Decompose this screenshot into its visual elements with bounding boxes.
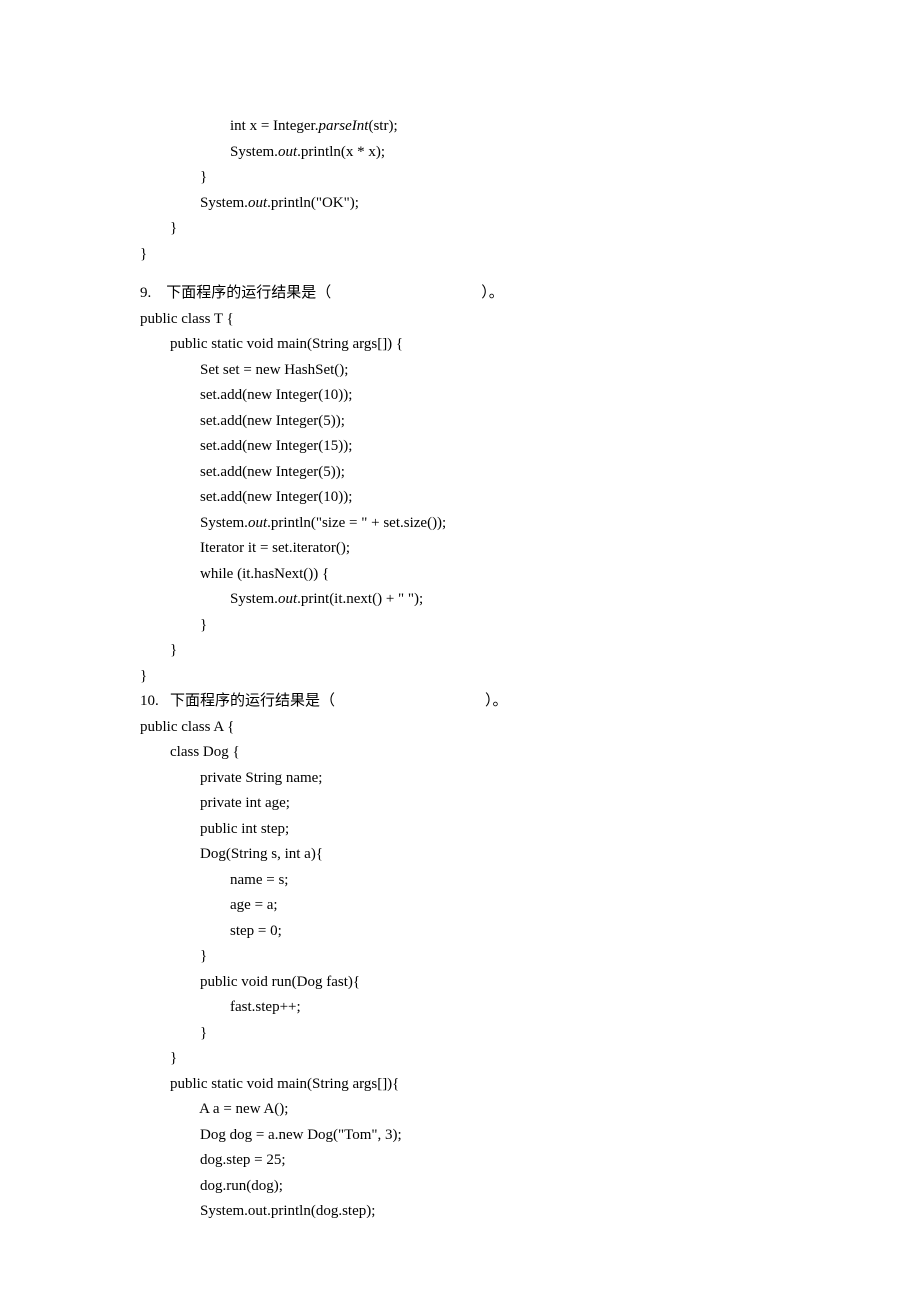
code-italic: out	[248, 515, 267, 531]
code-line: public class A {	[140, 715, 780, 741]
code-italic: parseInt	[318, 118, 368, 134]
code-line: Dog(String s, int a){	[140, 842, 780, 868]
code-line: public int step;	[140, 817, 780, 843]
code-line: System.out.println(x * x);	[140, 140, 780, 166]
code-text: System.	[140, 144, 278, 160]
code-line: }	[140, 242, 780, 268]
code-line: System.out.print(it.next() + " ");	[140, 587, 780, 613]
code-line: while (it.hasNext()) {	[140, 562, 780, 588]
question-text: 下面程序的运行结果是（	[170, 693, 335, 709]
code-line: set.add(new Integer(10));	[140, 485, 780, 511]
code-line: }	[140, 216, 780, 242]
code-line: }	[140, 944, 780, 970]
code-line: public class T {	[140, 307, 780, 333]
code-line: class Dog {	[140, 740, 780, 766]
code-text: System.	[140, 515, 248, 531]
code-line: System.out.println("size = " + set.size(…	[140, 511, 780, 537]
code-italic: out	[278, 591, 297, 607]
code-line: dog.step = 25;	[140, 1148, 780, 1174]
code-line: Set set = new HashSet();	[140, 358, 780, 384]
code-text: .print(it.next() + " ");	[297, 591, 423, 607]
gap	[151, 285, 166, 301]
question-text: 下面程序的运行结果是（	[166, 285, 331, 301]
code-line: }	[140, 638, 780, 664]
code-line: step = 0;	[140, 919, 780, 945]
code-line: int x = Integer.parseInt(str);	[140, 114, 780, 140]
code-line: public static void main(String args[]) {	[140, 332, 780, 358]
code-line: Dog dog = a.new Dog("Tom", 3);	[140, 1123, 780, 1149]
code-line: }	[140, 664, 780, 690]
code-text: System.	[140, 195, 248, 211]
code-line: Iterator it = set.iterator();	[140, 536, 780, 562]
question-10: 10. 下面程序的运行结果是（ ）。	[140, 689, 780, 715]
code-text: System.	[140, 591, 278, 607]
document-page: int x = Integer.parseInt(str); System.ou…	[0, 0, 920, 1302]
code-line: dog.run(dog);	[140, 1174, 780, 1200]
code-line: System.out.println("OK");	[140, 191, 780, 217]
code-text: .println(x * x);	[297, 144, 385, 160]
code-line: set.add(new Integer(15));	[140, 434, 780, 460]
code-line: A a = new A();	[140, 1097, 780, 1123]
code-line: fast.step++;	[140, 995, 780, 1021]
question-number: 9.	[140, 285, 151, 301]
gap	[159, 693, 170, 709]
code-line: System.out.println(dog.step);	[140, 1199, 780, 1225]
code-line: set.add(new Integer(10));	[140, 383, 780, 409]
code-text: (str);	[368, 118, 397, 134]
code-text: int x = Integer.	[140, 118, 318, 134]
code-line: private String name;	[140, 766, 780, 792]
code-italic: out	[278, 144, 297, 160]
code-line: name = s;	[140, 868, 780, 894]
code-text: .println("size = " + set.size());	[267, 515, 446, 531]
code-line: age = a;	[140, 893, 780, 919]
question-number: 10.	[140, 693, 159, 709]
spacer	[140, 267, 780, 281]
code-line: private int age;	[140, 791, 780, 817]
question-9: 9. 下面程序的运行结果是（ ）。	[140, 281, 780, 307]
code-line: }	[140, 1021, 780, 1047]
question-text: ）。	[485, 693, 508, 709]
code-line: set.add(new Integer(5));	[140, 409, 780, 435]
code-line: public void run(Dog fast){	[140, 970, 780, 996]
code-line: set.add(new Integer(5));	[140, 460, 780, 486]
code-text: .println("OK");	[267, 195, 359, 211]
code-italic: out	[248, 195, 267, 211]
code-line: public static void main(String args[]){	[140, 1072, 780, 1098]
code-line: }	[140, 613, 780, 639]
question-text: ）。	[481, 285, 504, 301]
code-line: }	[140, 1046, 780, 1072]
code-line: }	[140, 165, 780, 191]
